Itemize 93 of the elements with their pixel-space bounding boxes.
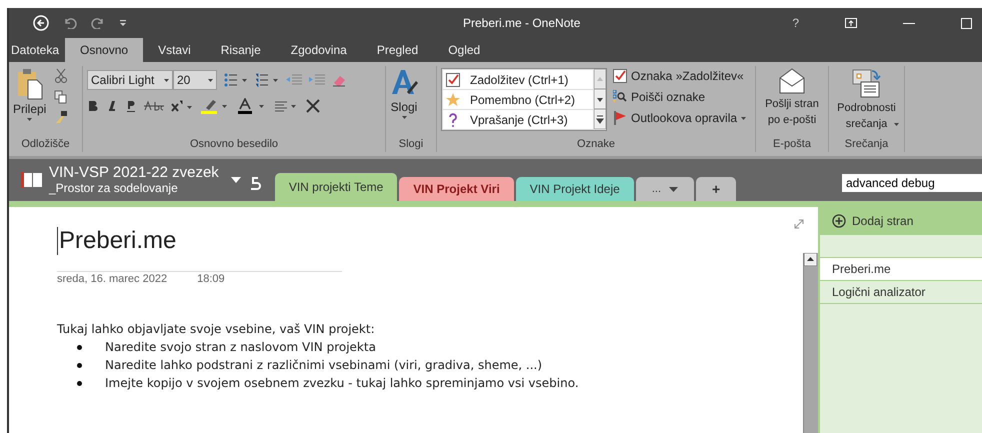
todo-tag-icon <box>613 69 627 83</box>
superscript-icon[interactable] <box>171 100 193 112</box>
caret-icon[interactable] <box>894 123 899 126</box>
underline-icon[interactable] <box>125 99 137 113</box>
tag-button[interactable]: Oznaka »Zadolžitev« <box>613 69 746 83</box>
group-label: Srečanja <box>844 138 890 152</box>
envelope-icon[interactable] <box>778 68 806 94</box>
tag-gallery-item[interactable]: Zadolžitev (Ctrl+1) <box>443 70 593 89</box>
page-date: sreda, 16. marec 2022 <box>57 273 168 285</box>
caret-icon <box>230 176 241 182</box>
section-tab[interactable]: VIN projekti Teme <box>274 173 398 201</box>
section-tab[interactable]: VIN Projekt Ideje <box>516 177 634 201</box>
body-text: Tukaj lahko objavljate svoje vsebine, vaš VIN projekt: <box>57 321 376 338</box>
copy-icon[interactable] <box>54 90 68 104</box>
meeting-details-button[interactable]: Podrobnosti srečanja <box>833 66 900 137</box>
window-title: Preberi.me - OneNote <box>463 16 582 30</box>
navigate-back-icon[interactable] <box>248 175 261 191</box>
back-icon[interactable] <box>33 15 49 31</box>
numbering-icon[interactable] <box>255 73 279 87</box>
list-item: Naredite lahko podstrani z različnimi vsebinami (viri, gradiva, sheme, ...) <box>105 357 542 374</box>
bullet-icon <box>77 380 82 386</box>
font-color-icon[interactable] <box>237 98 267 114</box>
find-tags-icon <box>613 90 627 104</box>
email-page-button[interactable]: Pošlji stran po e-pošti <box>760 66 824 128</box>
font-size-dropdown[interactable]: 20 <box>173 70 217 90</box>
group-label: Osnovno besedilo <box>188 138 280 152</box>
flag-icon <box>613 111 627 125</box>
group-label: Slogi <box>398 138 424 152</box>
ribbon-tab[interactable]: Pregled <box>362 42 434 62</box>
page-time: 18:09 <box>197 273 225 285</box>
group-label: Oznake <box>576 138 616 152</box>
clear-icon[interactable] <box>305 98 321 114</box>
bullet-icon <box>77 344 82 350</box>
add-page-button[interactable]: Dodaj stran <box>820 207 982 235</box>
add-section-tab[interactable]: + <box>696 177 736 201</box>
maximize-icon[interactable] <box>961 18 972 28</box>
bold-icon[interactable] <box>87 99 99 113</box>
group-label: Odložišče <box>20 138 71 152</box>
ribbon-display-icon[interactable] <box>845 18 857 28</box>
cut-icon[interactable] <box>54 68 68 84</box>
tag-button[interactable]: Outlookova opravila <box>613 111 746 125</box>
ribbon-tab[interactable]: Osnovno <box>65 38 144 62</box>
scroll-down-icon[interactable] <box>594 89 606 109</box>
font-dropdown[interactable]: Calibri Light <box>87 70 173 90</box>
format-painter-icon[interactable] <box>54 110 68 124</box>
tag-button[interactable]: Poišči oznake <box>613 90 746 104</box>
page-tab[interactable]: Preberi.me <box>820 258 982 281</box>
strikethrough-icon[interactable] <box>144 100 164 112</box>
group-label: E-pošta <box>772 138 812 152</box>
ribbon-tab[interactable]: Ogled <box>433 42 496 62</box>
page-title[interactable]: Preberi.me <box>57 227 342 255</box>
full-page-icon[interactable] <box>794 219 804 229</box>
eraser-icon[interactable] <box>332 73 346 87</box>
page-tab[interactable]: Logični analizator <box>820 281 982 304</box>
align-icon[interactable] <box>274 100 298 112</box>
more-sections-tab[interactable]: ... <box>636 177 694 201</box>
tag-gallery-item[interactable]: Vprašanje (Ctrl+3) <box>443 110 593 129</box>
star-icon <box>446 92 460 106</box>
tag-gallery-item[interactable]: Pomembno (Ctrl+2) <box>443 90 593 109</box>
section-tab[interactable]: VIN Projekt Viri <box>399 177 514 201</box>
paste-button[interactable]: Prilepi <box>13 66 46 121</box>
question-icon <box>446 112 460 126</box>
ribbon-tab[interactable]: Zgodovina <box>276 42 362 62</box>
more-icon[interactable] <box>594 109 606 129</box>
caret-icon[interactable] <box>741 116 746 120</box>
redo-icon[interactable] <box>91 17 105 29</box>
calendar-icon[interactable] <box>852 68 882 98</box>
plus-circle-icon[interactable] <box>832 214 846 228</box>
caret-icon[interactable] <box>27 118 32 121</box>
ribbon-tab[interactable]: Risanje <box>206 42 276 62</box>
notebook-icon <box>21 172 43 188</box>
search-field[interactable]: advanced debug <box>842 174 982 192</box>
help-button[interactable]: ? <box>792 16 799 30</box>
list-item: Imejte kopijo v svojem osebnem zvezku - tukaj lahko spreminjamo vsi vsebino. <box>105 375 579 392</box>
bullets-icon[interactable] <box>224 73 248 87</box>
ribbon-tab[interactable]: Datoteka <box>9 42 66 62</box>
notebook-selector[interactable]: VIN-VSP 2021-22 zvezek _Prostor za sodelovanje <box>9 164 241 201</box>
clipboard-icon[interactable] <box>16 68 43 100</box>
checkbox-icon <box>446 72 460 86</box>
scroll-up-icon[interactable] <box>804 253 817 266</box>
list-item: Naredite svojo stran z naslovom VIN projekta <box>105 339 376 356</box>
ribbon-tab[interactable]: Vstavi <box>143 42 206 62</box>
styles-button[interactable]: Slogi <box>390 66 418 119</box>
customize-icon[interactable] <box>119 19 127 27</box>
caret-icon[interactable] <box>402 116 406 119</box>
highlighter-icon[interactable] <box>200 98 230 114</box>
scrollbar[interactable] <box>803 253 818 433</box>
undo-icon[interactable] <box>63 17 77 29</box>
caret-icon[interactable] <box>164 78 169 82</box>
caret-icon[interactable] <box>208 78 213 82</box>
italic-icon[interactable] <box>106 99 118 113</box>
caret-icon[interactable] <box>669 186 678 192</box>
bullet-icon <box>77 362 82 368</box>
